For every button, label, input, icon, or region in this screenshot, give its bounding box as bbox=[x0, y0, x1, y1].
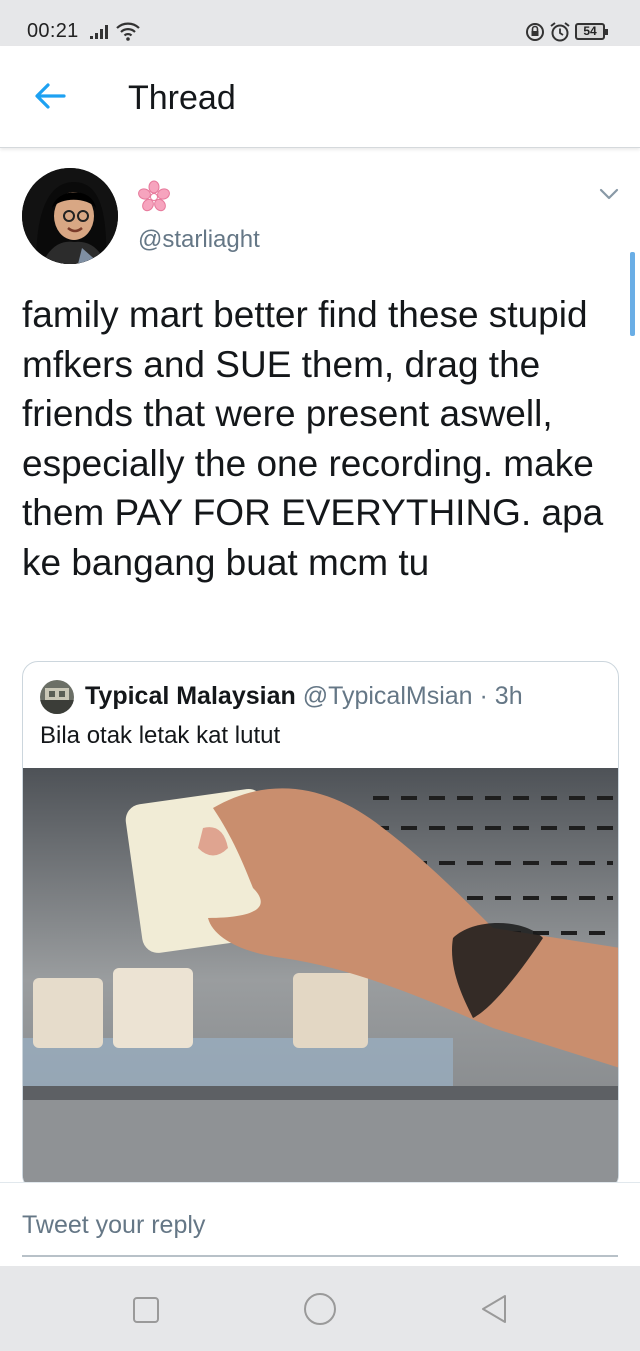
tweet-text: family mart better find these stupid mfk… bbox=[22, 294, 604, 583]
system-nav-bar bbox=[0, 1266, 640, 1351]
battery-level: 54 bbox=[583, 24, 597, 38]
reply-underline bbox=[22, 1255, 618, 1257]
chevron-down-icon[interactable] bbox=[598, 186, 620, 202]
recents-square-icon[interactable] bbox=[132, 1296, 160, 1324]
home-circle-icon[interactable] bbox=[303, 1292, 337, 1326]
thread-header: Thread bbox=[0, 46, 640, 148]
back-button[interactable] bbox=[30, 79, 70, 113]
signal-icon bbox=[90, 25, 108, 39]
cherry-blossom-emoji bbox=[138, 180, 170, 212]
tweet-handle[interactable]: @starliaght bbox=[138, 226, 260, 254]
page-title: Thread bbox=[128, 79, 236, 117]
quoted-avatar bbox=[40, 680, 74, 714]
avatar[interactable] bbox=[22, 168, 118, 264]
avatar-image bbox=[22, 168, 118, 264]
scrollbar[interactable] bbox=[630, 252, 635, 336]
quoted-tweet-card[interactable]: Typical Malaysian @TypicalMsian · 3h Bil… bbox=[22, 661, 619, 1191]
reply-input[interactable]: Tweet your reply bbox=[22, 1211, 205, 1240]
battery-icon: 54 bbox=[575, 23, 608, 40]
quoted-text: Bila otak letak kat lutut bbox=[40, 722, 281, 749]
status-bar: 00:21 54 bbox=[0, 0, 640, 46]
back-triangle-icon[interactable] bbox=[478, 1293, 510, 1325]
lock-rotation-icon bbox=[526, 23, 544, 41]
quoted-video-thumbnail[interactable] bbox=[23, 768, 619, 1191]
status-time: 00:21 bbox=[27, 20, 79, 42]
reply-bar: Tweet your reply bbox=[0, 1182, 640, 1266]
quoted-tweet-meta: Typical Malaysian @TypicalMsian · 3h bbox=[85, 682, 523, 711]
wifi-icon bbox=[116, 22, 140, 41]
alarm-icon bbox=[550, 22, 570, 42]
quoted-handle: @TypicalMsian bbox=[302, 682, 473, 710]
quoted-time: · 3h bbox=[479, 682, 523, 710]
quoted-name: Typical Malaysian bbox=[85, 682, 296, 710]
arrow-left-icon bbox=[35, 83, 66, 109]
